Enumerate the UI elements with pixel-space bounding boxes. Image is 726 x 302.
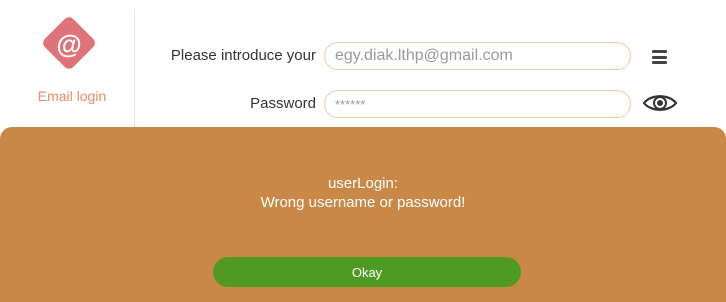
email-login-label[interactable]: Email login xyxy=(22,88,122,104)
email-input[interactable]: egy.diak.lthp@gmail.com xyxy=(324,42,631,70)
email-login-panel: @ Email login Please introduce your egy.… xyxy=(0,0,726,130)
password-input[interactable]: ****** xyxy=(324,90,631,118)
error-dialog: userLogin: Wrong username or password! O… xyxy=(0,127,726,302)
email-label: Please introduce your xyxy=(170,47,316,64)
at-sign-icon: @ xyxy=(56,29,82,59)
dialog-message: Wrong username or password! xyxy=(260,194,466,211)
eye-icon[interactable] xyxy=(642,92,678,114)
sidebar-divider xyxy=(134,10,135,128)
hamburger-menu-icon[interactable] xyxy=(652,50,667,64)
dialog-title: userLogin: xyxy=(327,175,399,192)
password-label: Password xyxy=(250,95,316,112)
okay-button[interactable]: Okay xyxy=(213,257,521,287)
